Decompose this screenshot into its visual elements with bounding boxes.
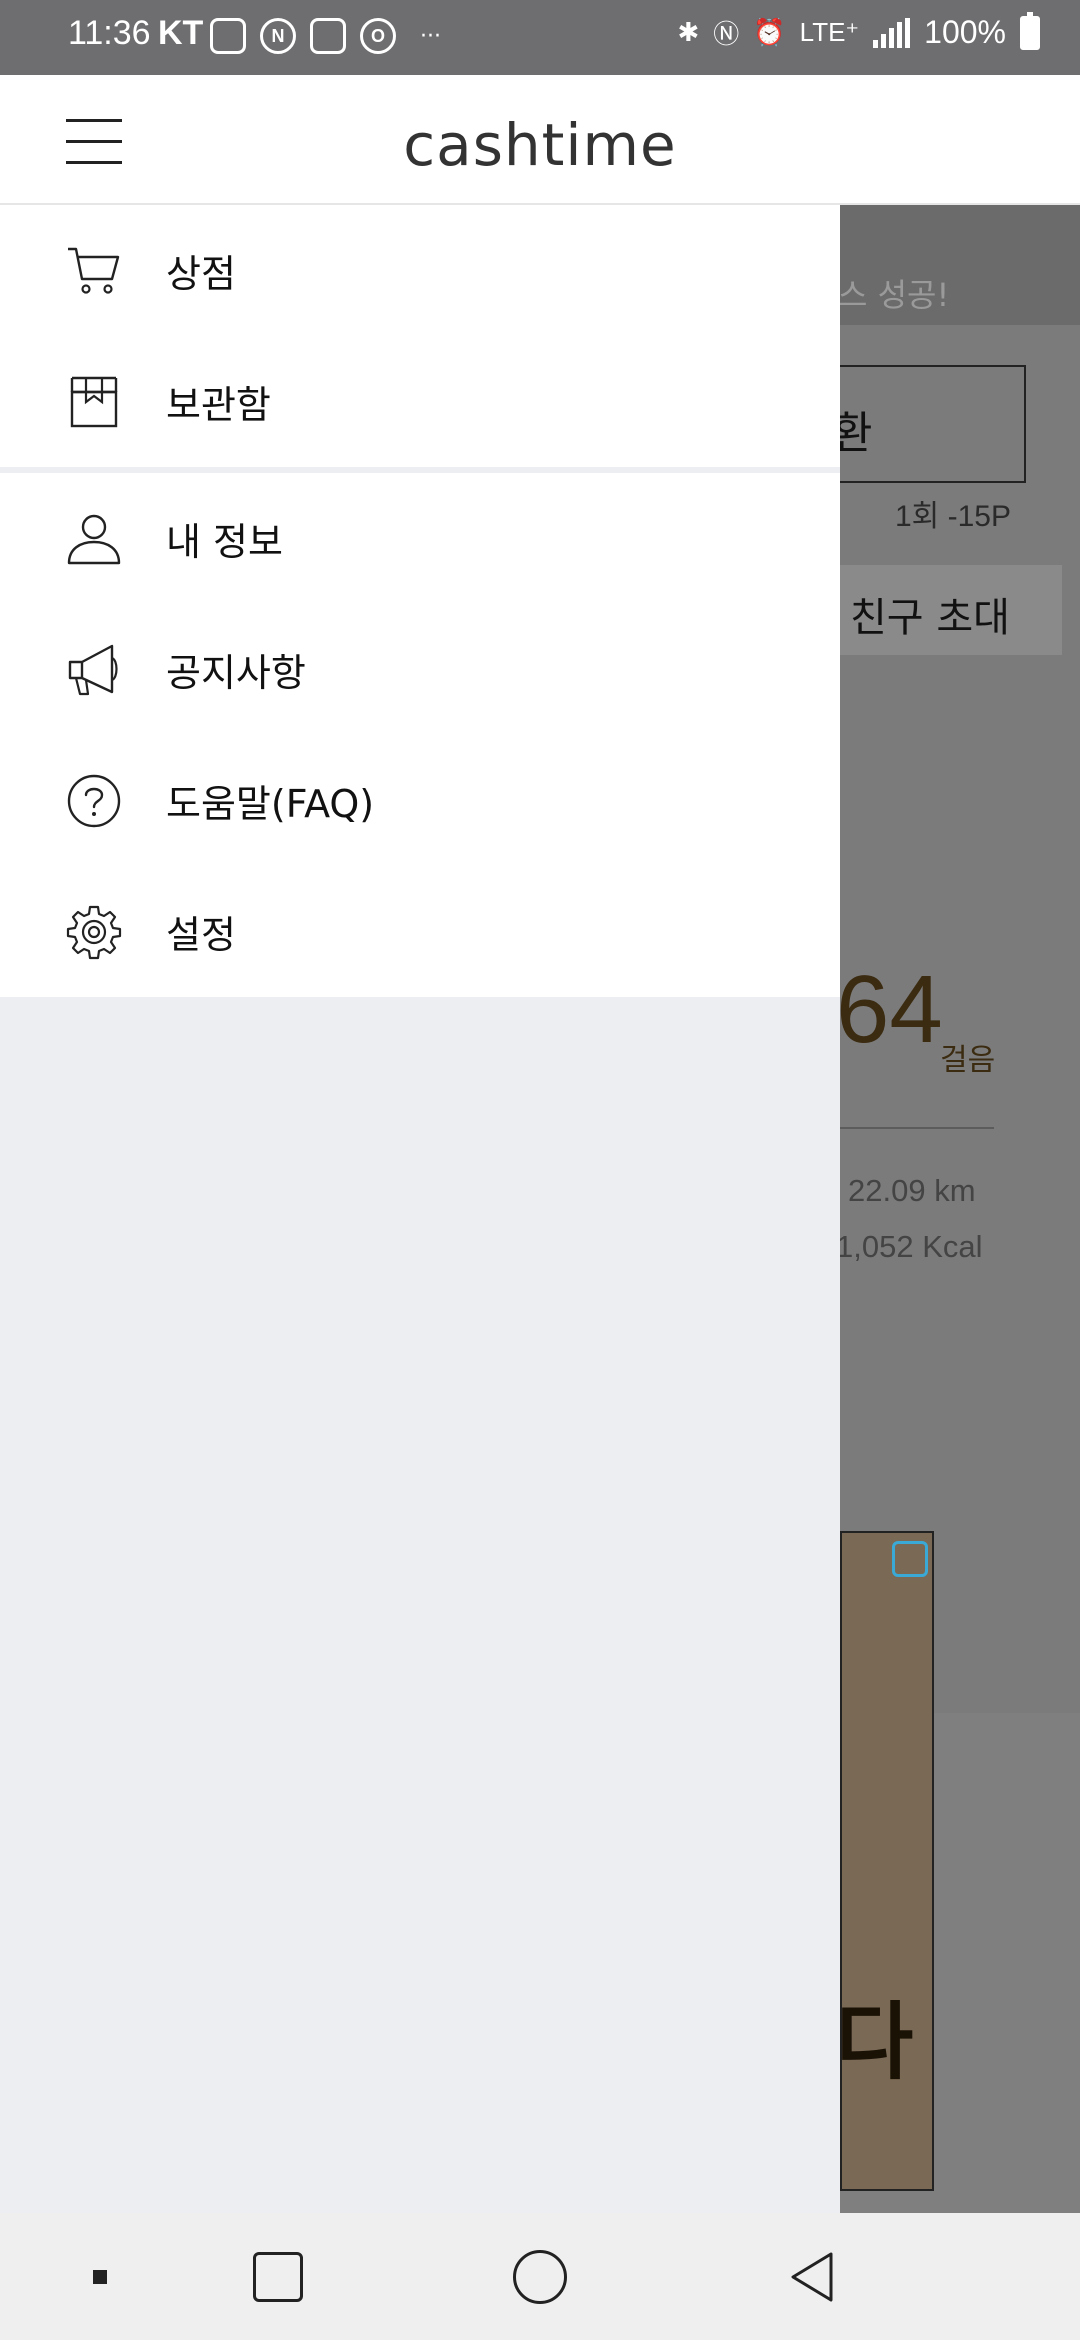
battery-level: 100% — [924, 14, 1006, 50]
divider — [836, 1127, 994, 1129]
status-carrier: KT — [158, 14, 204, 52]
naver-icon: N — [260, 18, 296, 54]
drawer-item-label: 상점 — [166, 252, 236, 296]
step-unit: 걸음 — [940, 1043, 996, 1078]
drawer-item-label: 내 정보 — [166, 520, 283, 564]
person-icon — [66, 511, 122, 567]
app-logo: cashtime — [403, 111, 677, 179]
alarm-icon: ⏰ — [753, 17, 786, 47]
battery-icon — [1020, 11, 1040, 50]
nav-dot-icon[interactable] — [80, 2213, 120, 2340]
app-notify-icon — [310, 18, 346, 54]
drawer-item-label: 설정 — [166, 913, 236, 957]
drawer-item-my-info[interactable]: 내 정보 — [0, 473, 840, 604]
network-type: LTE⁺ — [799, 17, 860, 47]
adchoices-icon — [892, 1541, 928, 1577]
drawer-item-shop[interactable]: 상점 — [0, 205, 840, 336]
drawer-group-account: 내 정보 공지사항 도움말(FAQ) 설정 — [0, 473, 840, 997]
step-count: 64 — [836, 956, 943, 1063]
gear-icon — [66, 904, 122, 960]
drawer-item-notice[interactable]: 공지사항 — [0, 604, 840, 735]
drawer-group-shop: 상점 보관함 — [0, 205, 840, 467]
recent-apps-icon[interactable] — [246, 2213, 310, 2340]
drawer-item-label: 공지사항 — [166, 651, 306, 695]
ad-text: 다 — [836, 1993, 914, 2091]
distance-value: 22.09 km — [848, 1173, 976, 1208]
status-time: 11:36 — [68, 14, 151, 52]
oh-icon: O — [360, 18, 396, 54]
drawer-item-label: 도움말(FAQ) — [166, 782, 375, 826]
status-bar: 11:36 KT N O ··· ✱ Ⓝ ⏰ LTE⁺ 100% — [0, 0, 1080, 75]
gift-box-icon — [66, 374, 122, 430]
signal-icon — [873, 17, 911, 48]
drawer-item-label: 보관함 — [166, 383, 271, 427]
more-notifications: ··· — [420, 23, 441, 49]
back-icon[interactable] — [780, 2213, 844, 2340]
nfc-icon: Ⓝ — [713, 19, 740, 49]
drawer-item-faq[interactable]: 도움말(FAQ) — [0, 735, 840, 866]
system-nav-bar — [0, 2213, 1080, 2340]
nfc-sim-icon — [210, 18, 246, 54]
cart-icon — [66, 243, 122, 299]
bluetooth-icon: ✱ — [677, 17, 700, 47]
drawer-item-settings[interactable]: 설정 — [0, 866, 840, 997]
invite-label: 친구 초대 — [850, 595, 1010, 641]
calorie-value: 1,052 Kcal — [836, 1229, 983, 1264]
help-icon — [66, 773, 122, 829]
notification-icons: N O ··· — [210, 18, 441, 54]
success-banner-text: 스 성공! — [838, 276, 950, 314]
drawer-item-storage[interactable]: 보관함 — [0, 336, 840, 467]
invite-friend-button: 친구 초대 — [820, 565, 1062, 655]
exchange-note: 1회 -15P — [895, 500, 1011, 533]
status-right: ✱ Ⓝ ⏰ LTE⁺ 100% — [677, 11, 1040, 51]
app-header: cashtime — [0, 75, 1080, 205]
home-icon[interactable] — [508, 2213, 572, 2340]
navigation-drawer: 상점 보관함 내 정보 공지사항 도움말(FAQ) 설정 — [0, 205, 840, 2213]
megaphone-icon — [66, 642, 122, 698]
